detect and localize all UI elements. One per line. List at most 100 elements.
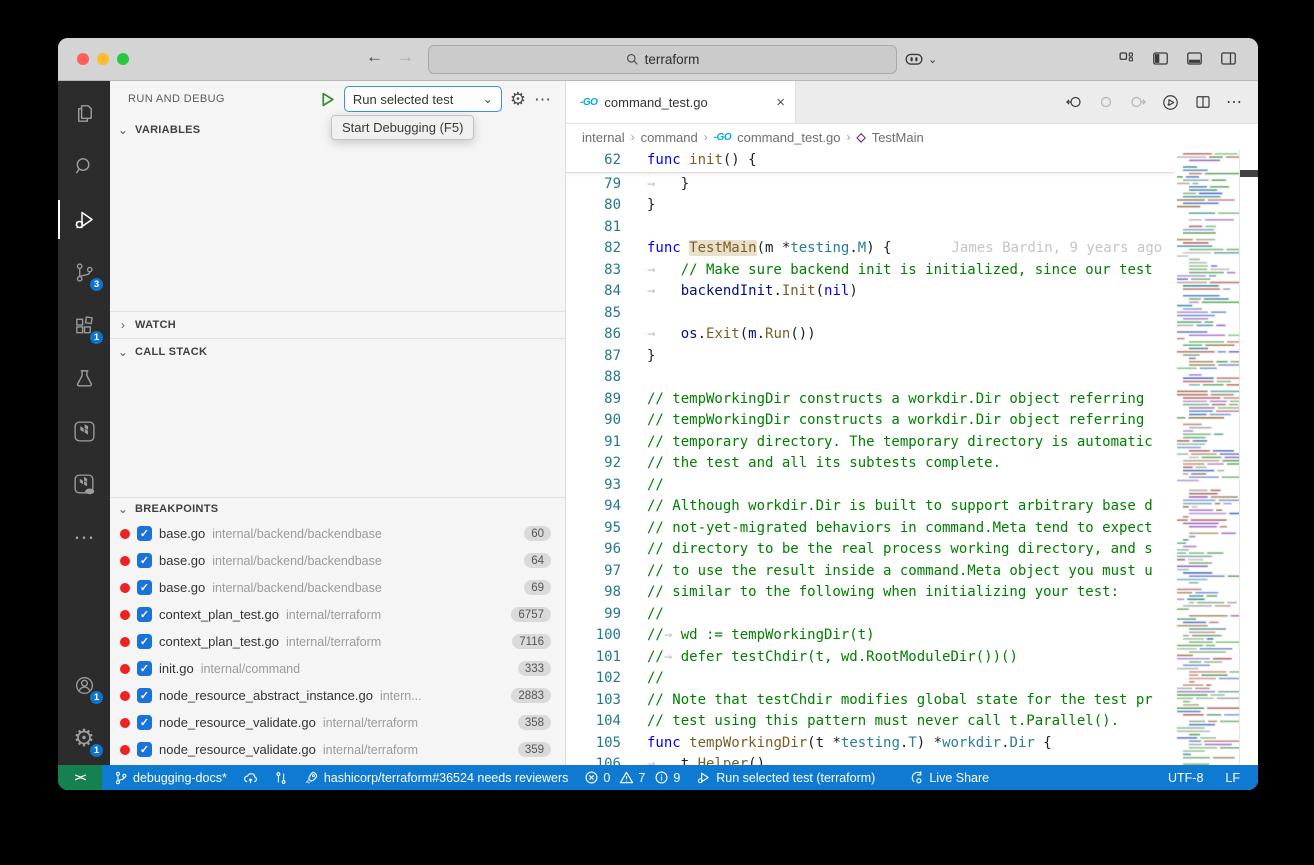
line-number[interactable]: 79 (566, 174, 647, 196)
activity-terraform[interactable] (58, 405, 110, 458)
breakpoint-row[interactable]: context_plan_test.gointernal/terraform71… (110, 628, 565, 655)
source-control-graph-item[interactable] (274, 771, 288, 785)
pr-status-item[interactable]: hashicorp/terraform#36524 needs reviewer… (304, 770, 569, 785)
editor-scrollbar[interactable] (1239, 150, 1258, 765)
line-number[interactable]: 92 (566, 453, 647, 475)
breakpoint-row[interactable]: context_plan_test.gointernal/terraform67… (110, 601, 565, 628)
activity-extensions[interactable]: 1 (58, 299, 110, 352)
breakpoint-row[interactable]: base.gointernal/backend/backendbase60 (110, 520, 565, 547)
line-number[interactable]: 80 (566, 195, 647, 217)
line-number[interactable]: 99 (566, 604, 647, 626)
debug-views-more-button[interactable]: ⋯ (534, 91, 551, 108)
breakpoint-row[interactable]: node_resource_validate.gointernal/terraf… (110, 709, 565, 736)
close-window-button[interactable] (77, 53, 89, 65)
activity-explorer[interactable] (58, 87, 110, 140)
sync-changes-item[interactable] (243, 770, 258, 785)
breakpoint-checkbox[interactable] (137, 526, 152, 541)
line-number[interactable]: 94 (566, 496, 647, 518)
breakpoint-checkbox[interactable] (137, 607, 152, 622)
breakpoint-checkbox[interactable] (137, 580, 152, 595)
line-number[interactable]: 104 (566, 711, 647, 733)
breakpoint-checkbox[interactable] (137, 634, 152, 649)
line-number[interactable]: 82 (566, 238, 647, 260)
git-branch-item[interactable]: debugging-docs* (114, 771, 227, 785)
line-number[interactable]: 103 (566, 690, 647, 712)
line-number[interactable]: 101 (566, 647, 647, 669)
breadcrumb-symbol[interactable]: TestMain (872, 130, 924, 145)
scrollbar-thumb[interactable] (1240, 170, 1258, 177)
minimize-window-button[interactable] (97, 53, 109, 65)
call-stack-section-header[interactable]: ⌄ CALL STACK (110, 338, 565, 365)
activity-accounts[interactable]: 1 (58, 659, 110, 712)
breakpoint-row[interactable]: base.gointernal/backend/backendbase64 (110, 547, 565, 574)
line-number[interactable]: 81 (566, 217, 647, 239)
copilot-menu[interactable]: ⌄ (903, 48, 937, 70)
run-task-item[interactable]: Run selected test (terraform) (696, 770, 875, 785)
line-number[interactable]: 86 (566, 324, 647, 346)
line-number[interactable]: 88 (566, 367, 647, 389)
run-or-debug-icon[interactable] (1161, 93, 1180, 112)
line-number[interactable]: 85 (566, 303, 647, 325)
close-tab-icon[interactable]: × (776, 94, 785, 111)
line-number[interactable]: 62 (566, 150, 647, 172)
activity-search[interactable] (58, 140, 110, 193)
breakpoint-checkbox[interactable] (137, 553, 152, 568)
breakpoint-checkbox[interactable] (137, 742, 152, 757)
start-debugging-button[interactable] (319, 91, 336, 108)
activity-terraform-cloud[interactable] (58, 458, 110, 511)
watch-section-header[interactable]: › WATCH (110, 311, 565, 338)
breakpoint-row[interactable]: init.gointernal/command333 (110, 655, 565, 682)
line-number[interactable]: 87 (566, 346, 647, 368)
breakpoint-row[interactable]: node_resource_validate.gointernal/terraf… (110, 736, 565, 763)
activity-testing[interactable] (58, 352, 110, 405)
line-number[interactable]: 90 (566, 410, 647, 432)
line-number[interactable]: 89 (566, 389, 647, 411)
live-share-item[interactable]: Live Share (909, 770, 989, 785)
breakpoint-row[interactable]: base.gointernal/backend/backendbase69 (110, 574, 565, 601)
line-number[interactable]: 100 (566, 625, 647, 647)
breakpoint-checkbox[interactable] (137, 661, 152, 676)
command-center-search[interactable]: terraform (428, 45, 897, 74)
line-number[interactable]: 97 (566, 561, 647, 583)
breadcrumb-internal[interactable]: internal (582, 130, 625, 145)
zoom-window-button[interactable] (117, 53, 129, 65)
toggle-secondary-sidebar-icon[interactable] (1219, 49, 1238, 68)
debug-config-dropdown[interactable]: Run selected test ⌄ (344, 86, 502, 112)
encoding-item[interactable]: UTF-8 (1168, 771, 1203, 785)
line-number[interactable]: 83 (566, 260, 647, 282)
line-number[interactable]: 105 (566, 733, 647, 755)
breadcrumb-command[interactable]: command (641, 130, 698, 145)
activity-run-and-debug[interactable] (58, 193, 110, 246)
toggle-panel-icon[interactable] (1185, 49, 1204, 68)
prev-change-icon[interactable] (1065, 93, 1083, 111)
breakpoints-section-header[interactable]: ⌄ BREAKPOINTS (110, 497, 565, 520)
line-number[interactable]: 91 (566, 432, 647, 454)
code-editor[interactable]: 62func init() {79→ }80}8182func TestMain… (566, 150, 1258, 765)
line-number[interactable]: 102 (566, 668, 647, 690)
tab-command-test-go[interactable]: -GO command_test.go × (566, 81, 796, 123)
split-editor-icon[interactable] (1194, 93, 1212, 111)
remote-indicator[interactable]: >< (58, 765, 102, 790)
minimap[interactable] (1174, 150, 1240, 765)
debug-settings-gear[interactable]: ⚙ (510, 90, 526, 108)
activity-settings[interactable]: ⚙ 1 (58, 712, 110, 765)
sidebar-title: RUN AND DEBUG (128, 93, 311, 105)
breakpoint-row[interactable]: node_resource_abstract_instance.gointern… (110, 682, 565, 709)
toggle-primary-sidebar-icon[interactable] (1151, 49, 1170, 68)
eol-item[interactable]: LF (1225, 771, 1240, 785)
breakpoint-checkbox[interactable] (137, 688, 152, 703)
activity-more[interactable]: ⋯ (58, 511, 110, 564)
line-number[interactable]: 98 (566, 582, 647, 604)
line-number[interactable]: 93 (566, 475, 647, 497)
line-number[interactable]: 96 (566, 539, 647, 561)
line-number[interactable]: 106 (566, 754, 647, 765)
breakpoint-checkbox[interactable] (137, 715, 152, 730)
editor-more-actions-icon[interactable]: ⋯ (1226, 92, 1242, 112)
line-number[interactable]: 95 (566, 518, 647, 540)
breadcrumb-file[interactable]: command_test.go (737, 130, 840, 145)
customize-layout-icon[interactable] (1117, 49, 1136, 68)
line-number[interactable]: 84 (566, 281, 647, 303)
activity-source-control[interactable]: 3 (58, 246, 110, 299)
problems-item[interactable]: 0 7 9 (584, 770, 680, 785)
navigate-back-icon[interactable]: ← (366, 47, 383, 67)
